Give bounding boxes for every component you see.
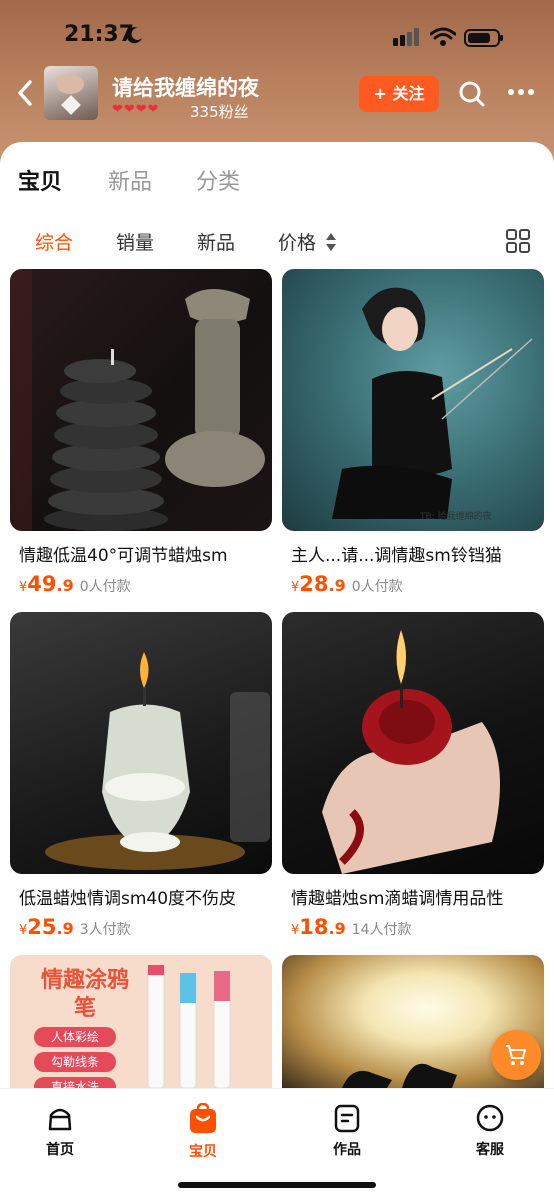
- nav-label: 作品: [333, 1142, 361, 1158]
- cart-button[interactable]: [491, 1030, 541, 1080]
- price-decimal: .9: [328, 576, 346, 595]
- image-watermark: TB: 给我缠绵的夜: [420, 512, 492, 522]
- shop-fans-count: 335粉丝: [190, 103, 249, 121]
- bag-icon: [190, 1103, 216, 1133]
- nav-label: 客服: [476, 1142, 504, 1158]
- status-bar: 21:37: [0, 22, 554, 52]
- nav-service[interactable]: 客服: [455, 1103, 525, 1159]
- service-icon: [476, 1104, 504, 1132]
- tab-new[interactable]: 新品: [108, 164, 152, 196]
- price-integer: 49: [27, 572, 57, 596]
- sold-count: 0人付款: [351, 579, 403, 595]
- pens-illustration: [147, 964, 231, 1088]
- product-card[interactable]: 情趣涂鸦笔 人体彩绘 勾勒线条 直接水洗: [10, 955, 272, 1088]
- product-title[interactable]: 低温蜡烛情调sm40度不伤皮: [10, 884, 272, 909]
- snake-candle-illustration: [10, 269, 265, 531]
- back-arrow-icon[interactable]: [16, 78, 34, 108]
- nav-works[interactable]: 作品: [312, 1103, 382, 1159]
- signal-icon: [393, 28, 419, 46]
- product-card[interactable]: 情趣蜡烛sm滴蜡调情用品性 ¥18.9 14人付款: [282, 612, 544, 939]
- home-indicator: [178, 1182, 376, 1188]
- price-decimal: .9: [328, 919, 346, 938]
- product-card[interactable]: TB: 给我缠绵的夜 主人...请...调情趣sm铃铛猫 ¥28.9 0人付款: [282, 269, 544, 596]
- nav-label: 宝贝: [189, 1144, 217, 1160]
- works-icon: [334, 1104, 360, 1133]
- sort-comprehensive[interactable]: 综合: [35, 228, 73, 255]
- more-options-icon[interactable]: [506, 86, 536, 98]
- price-integer: 18: [299, 915, 329, 939]
- sold-count: 0人付款: [79, 579, 131, 595]
- product-image[interactable]: [282, 612, 544, 874]
- product-image[interactable]: TB: 给我缠绵的夜: [282, 269, 544, 531]
- sort-updown-icon: [326, 233, 336, 251]
- cart-icon: [506, 1045, 526, 1065]
- grid-view-icon[interactable]: [506, 229, 530, 253]
- sort-bar: 综合 销量 新品 价格: [0, 228, 554, 258]
- nav-baobei[interactable]: 宝贝: [168, 1103, 238, 1161]
- sort-price[interactable]: 价格: [278, 228, 316, 255]
- sort-sales[interactable]: 销量: [116, 228, 154, 255]
- price-decimal: .9: [56, 576, 74, 595]
- product-price-line: ¥18.9 14人付款: [282, 915, 544, 939]
- sort-new[interactable]: 新品: [197, 228, 235, 255]
- tab-baobei[interactable]: 宝贝: [18, 164, 62, 196]
- avatar-collar-shape: [61, 95, 81, 115]
- search-icon[interactable]: [458, 80, 486, 108]
- product-price-line: ¥49.9 0人付款: [10, 572, 272, 596]
- product-title[interactable]: 主人...请...调情趣sm铃铛猫: [282, 541, 544, 566]
- avatar-face-shape: [56, 74, 84, 94]
- product-price-line: ¥25.9 3人付款: [10, 915, 272, 939]
- follow-button[interactable]: + 关注: [359, 76, 439, 112]
- rose-candle-illustration: [322, 630, 500, 874]
- moon-icon: [126, 27, 142, 44]
- home-icon: [48, 1108, 72, 1131]
- price-integer: 28: [299, 572, 329, 596]
- product-image[interactable]: [10, 612, 272, 874]
- product-title[interactable]: 情趣低温40°可调节蜡烛sm: [10, 541, 272, 566]
- shop-bar: 请给我缠绵的夜 ❤❤❤❤ 335粉丝 + 关注: [0, 64, 554, 124]
- nav-home[interactable]: 首页: [25, 1103, 95, 1159]
- nav-label: 首页: [46, 1142, 74, 1158]
- figure-illustration: [332, 287, 533, 519]
- product-image[interactable]: [10, 269, 272, 531]
- product-image[interactable]: 情趣涂鸦笔 人体彩绘 勾勒线条 直接水洗: [10, 955, 272, 1088]
- shop-tabs: 宝贝 新品 分类: [0, 164, 554, 198]
- price-decimal: .9: [56, 919, 74, 938]
- shop-name[interactable]: 请给我缠绵的夜: [112, 72, 259, 102]
- status-time: 21:37: [64, 22, 135, 47]
- shop-avatar[interactable]: [44, 66, 98, 120]
- tab-category[interactable]: 分类: [196, 164, 240, 196]
- wifi-icon: [430, 27, 456, 46]
- shop-rating-hearts: ❤❤❤❤: [112, 102, 160, 117]
- battery-icon: [464, 29, 503, 47]
- product-price-line: ¥28.9 0人付款: [282, 572, 544, 596]
- product-card[interactable]: 情趣低温40°可调节蜡烛sm ¥49.9 0人付款: [10, 269, 272, 596]
- torso-candle-illustration: [45, 652, 270, 870]
- sold-count: 3人付款: [79, 922, 131, 938]
- product-title[interactable]: 情趣蜡烛sm滴蜡调情用品性: [282, 884, 544, 909]
- sold-count: 14人付款: [351, 922, 412, 938]
- price-integer: 25: [27, 915, 57, 939]
- product-card[interactable]: 低温蜡烛情调sm40度不伤皮 ¥25.9 3人付款: [10, 612, 272, 939]
